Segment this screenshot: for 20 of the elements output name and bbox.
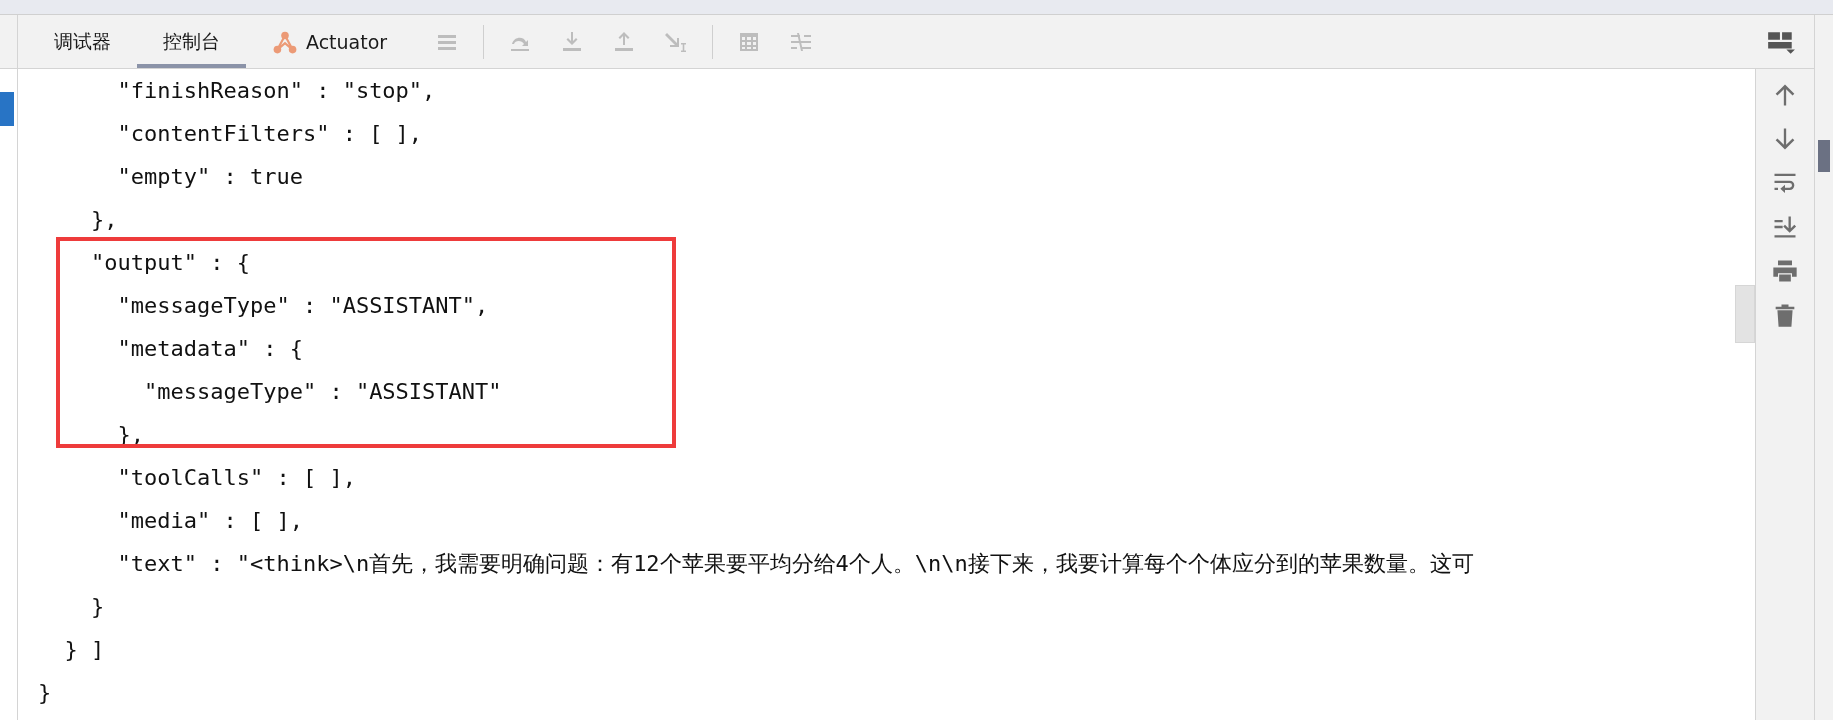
console-line: "empty" : true [116,163,303,191]
console-line: }, [89,206,118,234]
console-line: "text" : "<think>\n首先，我需要明确问题：有12个苹果要平均分给4个人。\n\n接下来，我要计算每个个体应分到的苹果数量。这可 [116,550,1474,578]
tab[interactable]: 控制台 [137,15,246,68]
console-line: "toolCalls" : [ ], [116,464,356,492]
side-panel-tab[interactable] [1818,140,1830,172]
console-line: "output" : { [89,249,250,277]
tab[interactable]: Actuator [246,15,414,68]
scrollbar-thumb[interactable] [1735,285,1755,343]
console-line: "finishReason" : "stop", [116,77,436,105]
console-line: "messageType" : "ASSISTANT" [142,378,502,406]
console-line: } [89,593,105,621]
console-line: } [37,679,52,707]
tab[interactable]: 调试器 [28,15,137,68]
console-line: } ] [63,636,105,664]
console-line: "messageType" : "ASSISTANT", [116,292,489,320]
bookmark-marker [0,92,14,126]
console-line: "media" : [ ], [116,507,303,535]
console-line: "contentFilters" : [ ], [116,120,423,148]
console-line: "metadata" : { [116,335,303,363]
